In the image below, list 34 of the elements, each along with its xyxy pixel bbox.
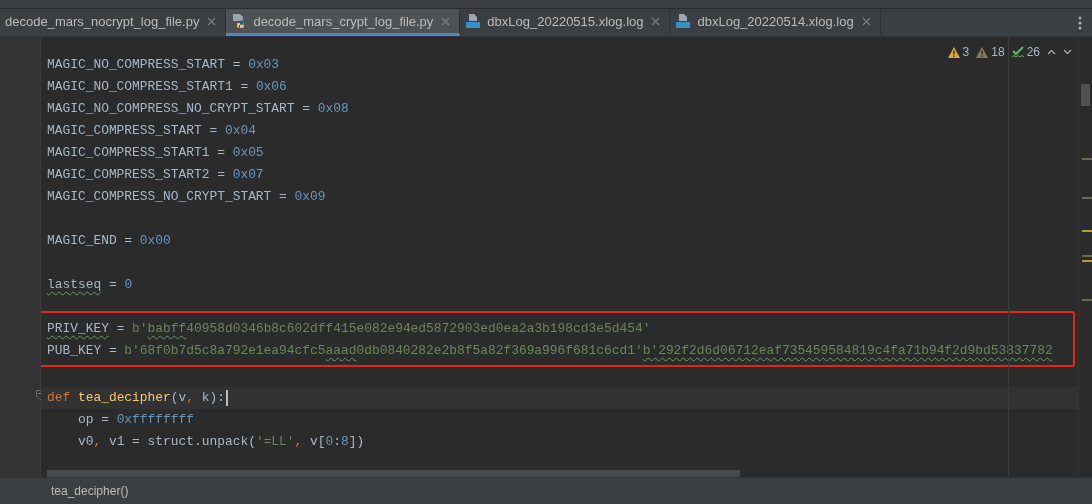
code-line: MAGIC_COMPRESS_START2 = 0x07 bbox=[46, 166, 265, 184]
code-line: MAGIC_END = 0x00 bbox=[46, 232, 172, 250]
code-line: MAGIC_COMPRESS_START = 0x04 bbox=[46, 122, 257, 140]
text-cursor bbox=[225, 389, 228, 406]
warning-icon bbox=[947, 46, 960, 58]
code-line: MAGIC_COMPRESS_START1 = 0x05 bbox=[46, 144, 265, 162]
code-line: MAGIC_NO_COMPRESS_NO_CRYPT_START = 0x08 bbox=[46, 100, 350, 118]
chevron-up-icon[interactable] bbox=[1047, 49, 1056, 55]
code-line: MAGIC_NO_COMPRESS_START1 = 0x06 bbox=[46, 78, 288, 96]
code-line: MAGIC_NO_COMPRESS_START = 0x03 bbox=[46, 56, 281, 74]
close-icon[interactable] bbox=[207, 16, 217, 26]
close-icon[interactable] bbox=[861, 16, 871, 26]
warning-icon bbox=[976, 46, 989, 58]
code-line: PUB_KEY = b'68f0b7d5c8a792e1ea94cfc5aaad0db0840282e2b8f5a82f369a996f681c6cd1'b'292f2d6d06712eaf735459584819c4fa71b94f2d9bd53837782 bbox=[46, 342, 1054, 360]
editor-tab[interactable]: dbxLog_20220514.xlog.log bbox=[670, 9, 881, 36]
close-icon[interactable] bbox=[441, 16, 451, 26]
close-icon[interactable] bbox=[651, 16, 661, 26]
inspection-counter[interactable]: 26 bbox=[1011, 45, 1040, 59]
log-file-icon bbox=[675, 13, 692, 29]
editor-tab[interactable]: dbxLog_20220515.xlog.log bbox=[460, 9, 671, 36]
editor-tab[interactable]: decode_mars_crypt_log_file.py bbox=[226, 9, 461, 36]
chevron-down-icon[interactable] bbox=[1063, 49, 1072, 55]
code-line: MAGIC_COMPRESS_NO_CRYPT_START = 0x09 bbox=[46, 188, 327, 206]
log-file-icon bbox=[465, 13, 482, 29]
code-line: v0, v1 = struct.unpack('=LL', v[0:8]) bbox=[76, 433, 366, 451]
horizontal-scrollbar[interactable] bbox=[47, 470, 740, 477]
inspection-counter[interactable]: 18 bbox=[976, 45, 1005, 59]
breadcrumb[interactable]: tea_decipher() bbox=[51, 484, 129, 498]
code-line: PRIV_KEY = b'babff40958d0346b8c602dff415e082e94ed5872903ed0ea2a3b198cd3e5d454' bbox=[46, 320, 652, 338]
inspection-counter[interactable]: 3 bbox=[947, 45, 970, 59]
more-icon[interactable] bbox=[1078, 15, 1082, 30]
code-line: lastseq = 0 bbox=[46, 276, 134, 294]
code-line: op = 0xffffffff bbox=[76, 411, 195, 429]
typo-check-icon bbox=[1011, 46, 1024, 58]
